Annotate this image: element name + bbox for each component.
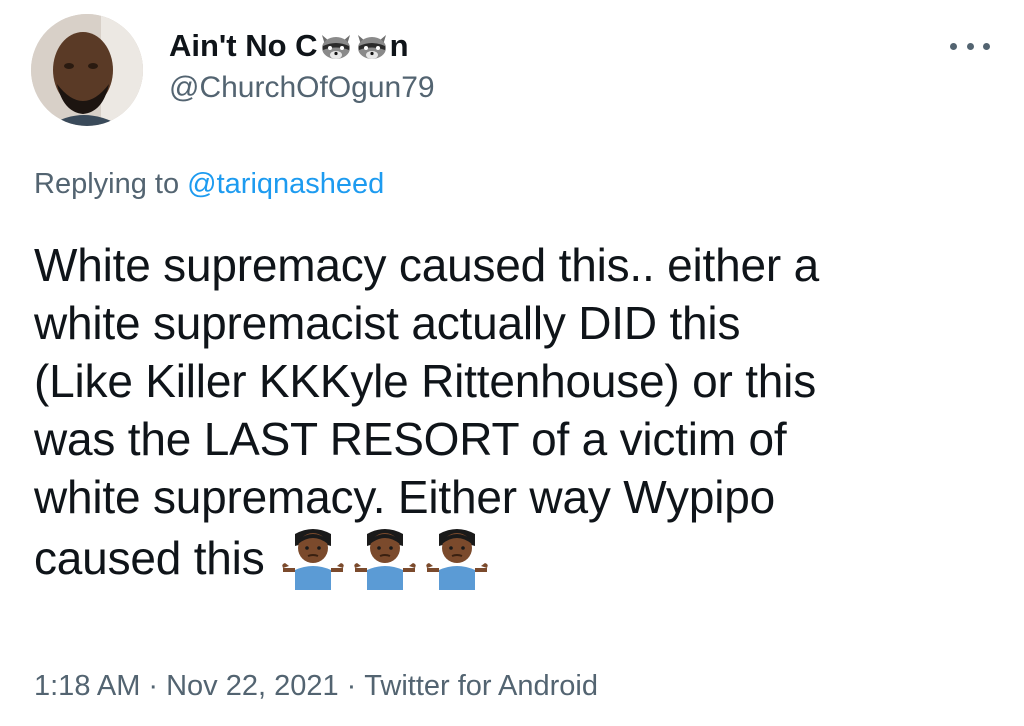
tweet-text-last-line: caused this [34,526,1014,590]
more-horizontal-icon [966,42,974,50]
separator-dot: · [346,670,357,702]
more-horizontal-icon [950,42,957,50]
tweet-text-line: was the LAST RESORT of a victim of [34,413,787,465]
man-shrugging-icon [425,529,488,590]
man-shrugging-icon [353,529,416,590]
avatar[interactable] [31,14,143,126]
display-name[interactable]: Ain't No C n [169,28,435,64]
more-horizontal-icon [983,42,990,50]
reply-to-link[interactable]: @tariqnasheed [187,168,384,200]
tweet-text-line: (Like Killer KKKyle Rittenhouse) or this [34,355,816,407]
raccoon-icon [357,35,386,59]
tweet-card: Ain't No C n @ChurchOfOgun79 Replying to… [0,0,1024,726]
author-info: Ain't No C n @ChurchOfOgun79 [169,28,435,106]
more-options-button[interactable] [950,38,990,54]
tweet-text-line: caused this [34,532,265,584]
tweet-metadata: 1:18 AM · Nov 22, 2021 · Twitter for Android [34,668,598,704]
reply-context: Replying to @tariqnasheed [34,166,384,202]
man-shrugging-icon [281,529,344,590]
display-name-end: n [389,28,409,63]
user-handle[interactable]: @ChurchOfOgun79 [169,70,435,106]
tweet-text-line: White supremacy caused this.. either a [34,239,819,291]
separator-dot: · [148,670,159,702]
tweet-source[interactable]: Twitter for Android [364,670,598,702]
tweet-text-line: white supremacist actually DID this [34,297,741,349]
tweet-time[interactable]: 1:18 AM [34,670,140,702]
tweet-date[interactable]: Nov 22, 2021 [166,670,339,702]
tweet-text-line: white supremacy. Either way Wypipo [34,471,775,523]
display-name-start: Ain't No C [169,28,318,63]
tweet-text: White supremacy caused this.. either a w… [34,236,1014,590]
reply-prefix: Replying to [34,168,180,200]
raccoon-icon [321,35,350,59]
